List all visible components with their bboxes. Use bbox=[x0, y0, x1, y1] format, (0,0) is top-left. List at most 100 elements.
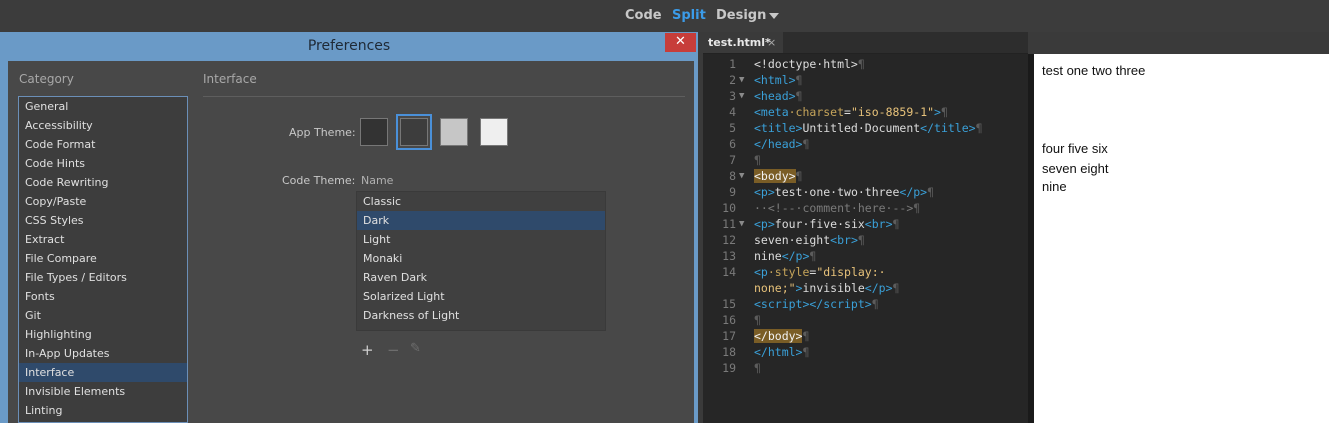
category-item-copy-paste[interactable]: Copy/Paste bbox=[19, 192, 187, 211]
section-divider bbox=[203, 96, 685, 97]
app-theme-swatch-dark[interactable] bbox=[396, 114, 432, 150]
code-line: 11 ▼ <p>four·five·six<br>¶ bbox=[703, 216, 1028, 232]
code-view-button[interactable]: Code bbox=[625, 8, 662, 23]
close-icon: ✕ bbox=[675, 34, 686, 49]
section-title: Interface bbox=[203, 72, 257, 86]
line-number: 6 bbox=[729, 137, 736, 151]
code-theme-column-header[interactable]: Name bbox=[361, 174, 393, 187]
category-item-file-compare[interactable]: File Compare bbox=[19, 249, 187, 268]
dialog-title: Preferences bbox=[307, 38, 391, 54]
code-line: 9 <p>test·one·two·three</p>¶ bbox=[703, 184, 1028, 200]
dialog-titlebar[interactable]: Preferences ✕ bbox=[0, 32, 698, 61]
code-editor-pane: test.html* × 1 <!doctype·html>¶ 2 ▼ <html>¶… bbox=[703, 32, 1028, 423]
line-number: 2 bbox=[729, 73, 736, 87]
code-line: 18 </html>¶ bbox=[703, 344, 1028, 360]
code-line: 13 nine</p>¶ bbox=[703, 248, 1028, 264]
category-item-code-format[interactable]: Code Format bbox=[19, 135, 187, 154]
line-number: 5 bbox=[729, 121, 736, 135]
code-theme-list[interactable]: Classic Dark Light Monaki Raven Dark Sol… bbox=[356, 191, 606, 331]
code-line: 3 ▼ <head>¶ bbox=[703, 88, 1028, 104]
category-item-file-types-editors[interactable]: File Types / Editors bbox=[19, 268, 187, 287]
category-item-css-styles[interactable]: CSS Styles bbox=[19, 211, 187, 230]
line-number: 15 bbox=[722, 297, 736, 311]
close-icon[interactable]: × bbox=[767, 32, 776, 53]
view-mode-toolbar: Code Split Design bbox=[0, 0, 1329, 32]
category-item-extract[interactable]: Extract bbox=[19, 230, 187, 249]
line-number: 7 bbox=[729, 153, 736, 167]
code-area[interactable]: 1 <!doctype·html>¶ 2 ▼ <html>¶ 3 ▼ <head>¶ 4 <… bbox=[703, 54, 1028, 423]
fold-arrow-icon[interactable]: ▼ bbox=[739, 72, 744, 88]
line-number: 11 bbox=[722, 217, 736, 231]
category-item-invisible-elements[interactable]: Invisible Elements bbox=[19, 382, 187, 401]
remove-theme-button[interactable]: − bbox=[387, 341, 400, 359]
code-theme-item-monaki[interactable]: Monaki bbox=[357, 249, 605, 268]
app-theme-swatch-lightest[interactable] bbox=[480, 118, 508, 146]
code-theme-item-raven-dark[interactable]: Raven Dark bbox=[357, 268, 605, 287]
code-theme-label: Code Theme: bbox=[282, 174, 356, 187]
line-number: 4 bbox=[729, 105, 736, 119]
code-line: 6 </head>¶ bbox=[703, 136, 1028, 152]
edit-theme-button[interactable]: ✎ bbox=[410, 341, 421, 356]
chevron-down-icon[interactable] bbox=[769, 13, 779, 19]
category-item-interface[interactable]: Interface bbox=[19, 363, 187, 382]
code-line: 5 <title>Untitled·Document</title>¶ bbox=[703, 120, 1028, 136]
line-number: 1 bbox=[729, 57, 736, 71]
document-tab-bar: test.html* × bbox=[703, 32, 1028, 53]
code-line: none;">invisible</p>¶ bbox=[754, 281, 900, 295]
line-number: 9 bbox=[729, 185, 736, 199]
code-theme-item-solarized-light[interactable]: Solarized Light bbox=[357, 287, 605, 306]
code-line: 4 <meta·charset="iso-8859-1">¶ bbox=[703, 104, 1028, 120]
code-line: 2 ▼ <html>¶ bbox=[703, 72, 1028, 88]
document-tab[interactable]: test.html* × bbox=[703, 32, 783, 53]
line-number: 16 bbox=[722, 313, 736, 327]
split-view-button[interactable]: Split bbox=[672, 8, 706, 23]
document-tab-label: test.html* bbox=[708, 36, 771, 49]
code-line: 1 <!doctype·html>¶ bbox=[703, 56, 1028, 72]
code-line: 14 <p·style="display:· bbox=[703, 264, 1028, 280]
code-line: 10 ··<!--·comment·here·-->¶ bbox=[703, 200, 1028, 216]
live-paragraph: test one two three bbox=[1042, 63, 1146, 78]
category-item-in-app-updates[interactable]: In-App Updates bbox=[19, 344, 187, 363]
line-number: 13 bbox=[722, 249, 736, 263]
code-line: 15 <script></script>¶ bbox=[703, 296, 1028, 312]
code-line: 12 seven·eight<br>¶ bbox=[703, 232, 1028, 248]
category-item-general[interactable]: General bbox=[19, 97, 187, 116]
code-line: 7 ¶ bbox=[703, 152, 1028, 168]
code-line: 16 ¶ bbox=[703, 312, 1028, 328]
code-line: 8 ▼ <body>¶ bbox=[703, 168, 1028, 184]
category-item-fonts[interactable]: Fonts bbox=[19, 287, 187, 306]
close-button[interactable]: ✕ bbox=[665, 33, 696, 52]
code-theme-item-classic[interactable]: Classic bbox=[357, 192, 605, 211]
category-item-linting[interactable]: Linting bbox=[19, 401, 187, 420]
fold-arrow-icon[interactable]: ▼ bbox=[739, 88, 744, 104]
code-line: 17 </body>¶ bbox=[703, 328, 1028, 344]
preferences-dialog: Preferences ✕ Category General Accessibi… bbox=[0, 32, 698, 423]
design-view-button[interactable]: Design bbox=[716, 8, 766, 23]
app-theme-swatch-light[interactable] bbox=[440, 118, 468, 146]
code-theme-item-light[interactable]: Light bbox=[357, 230, 605, 249]
line-number: 19 bbox=[722, 361, 736, 375]
code-theme-item-darkness-of-light[interactable]: Darkness of Light bbox=[357, 306, 605, 325]
live-paragraph: four five six bbox=[1042, 141, 1108, 156]
code-theme-item-dark[interactable]: Dark bbox=[357, 211, 605, 230]
add-theme-button[interactable]: + bbox=[361, 341, 374, 359]
category-item-git[interactable]: Git bbox=[19, 306, 187, 325]
app-theme-label: App Theme: bbox=[289, 126, 356, 139]
fold-arrow-icon[interactable]: ▼ bbox=[739, 216, 744, 232]
code-line: 19 ¶ bbox=[703, 360, 1028, 376]
line-number: 12 bbox=[722, 233, 736, 247]
live-view-pane[interactable]: test one two three four five six seven e… bbox=[1034, 54, 1329, 423]
line-number: 3 bbox=[729, 89, 736, 103]
line-number: 14 bbox=[722, 265, 736, 279]
category-item-code-rewriting[interactable]: Code Rewriting bbox=[19, 173, 187, 192]
line-number: 17 bbox=[722, 329, 736, 343]
category-item-highlighting[interactable]: Highlighting bbox=[19, 325, 187, 344]
app-theme-swatch-darkest[interactable] bbox=[360, 118, 388, 146]
line-number: 10 bbox=[722, 201, 736, 215]
line-number: 8 bbox=[729, 169, 736, 183]
category-item-code-hints[interactable]: Code Hints bbox=[19, 154, 187, 173]
dialog-body: Category General Accessibility Code Form… bbox=[8, 61, 694, 423]
fold-arrow-icon[interactable]: ▼ bbox=[739, 168, 744, 184]
category-list[interactable]: General Accessibility Code Format Code H… bbox=[18, 96, 188, 423]
category-item-accessibility[interactable]: Accessibility bbox=[19, 116, 187, 135]
